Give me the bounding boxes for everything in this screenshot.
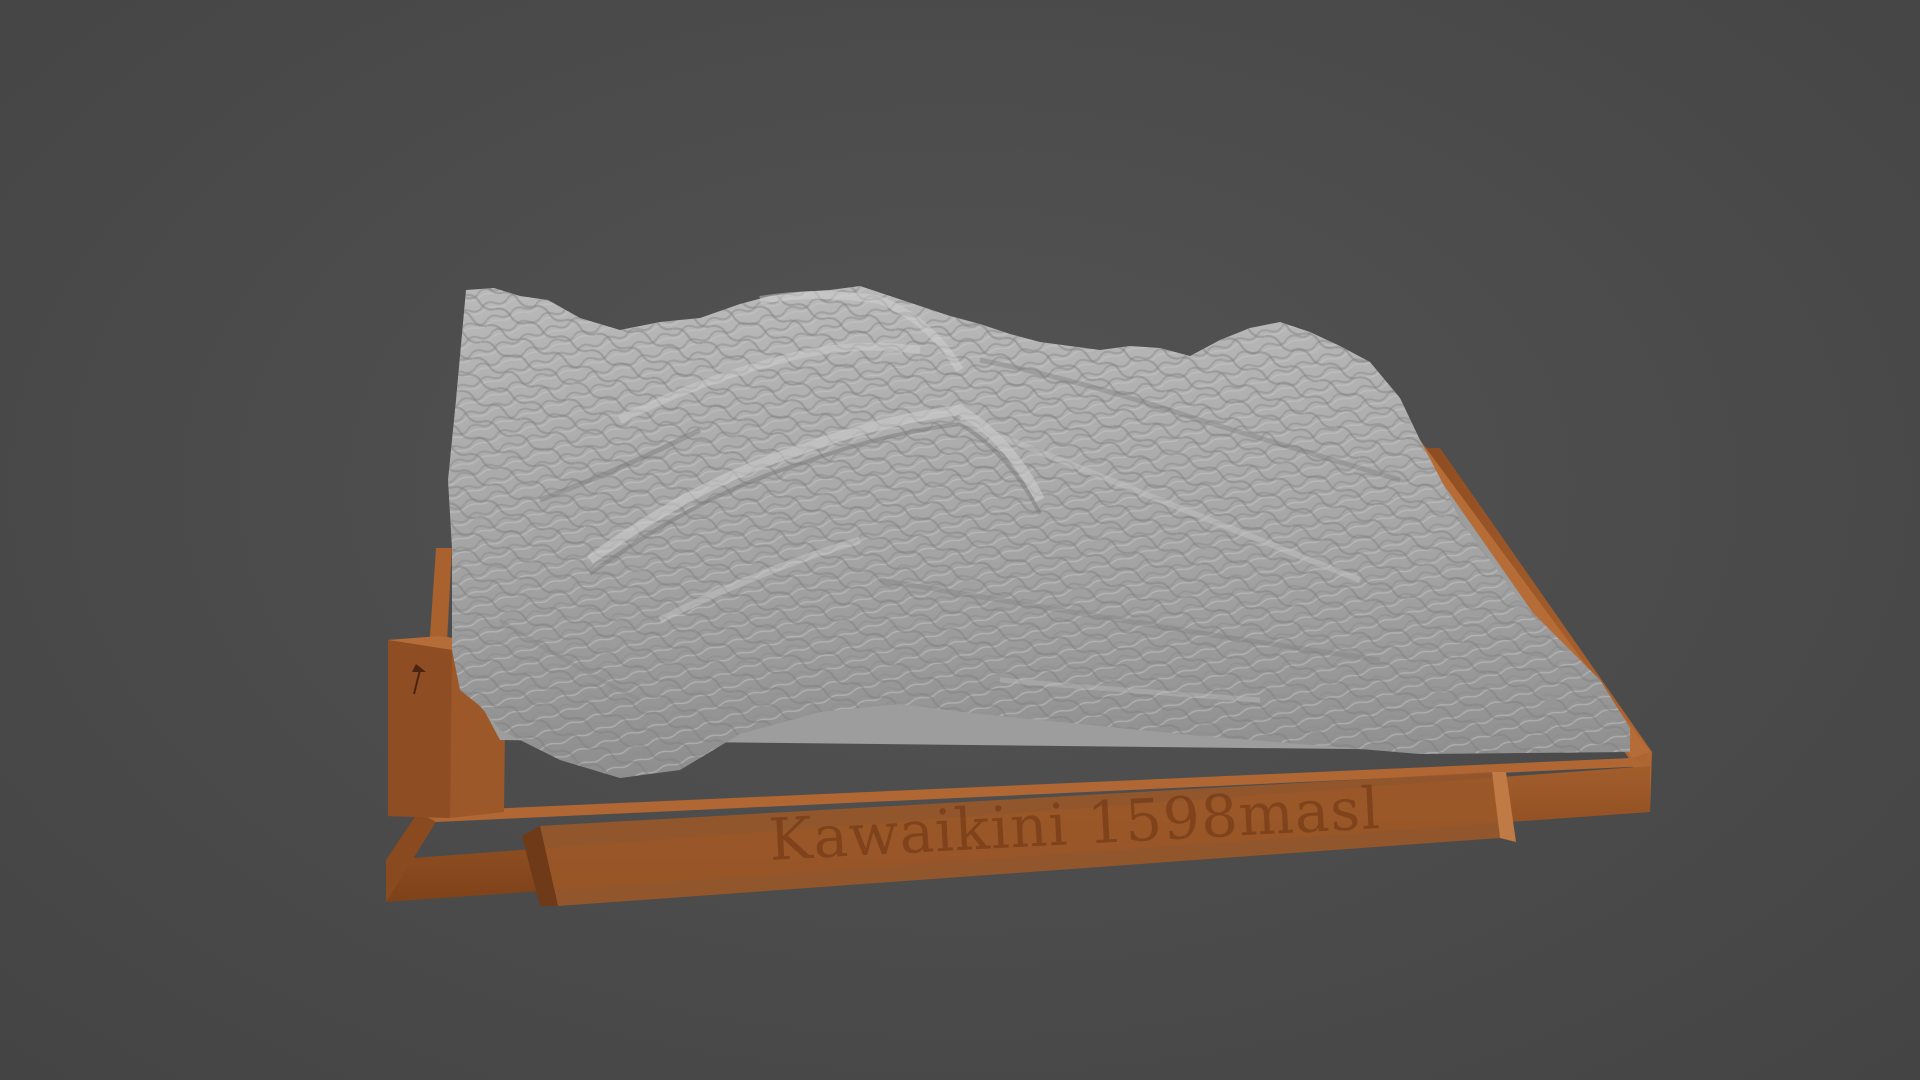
3d-viewport[interactable]: Kawaikini 1598masl (0, 0, 1920, 1080)
terrain-model-scene: Kawaikini 1598masl (386, 286, 1652, 906)
terrain-relief (448, 286, 1630, 778)
